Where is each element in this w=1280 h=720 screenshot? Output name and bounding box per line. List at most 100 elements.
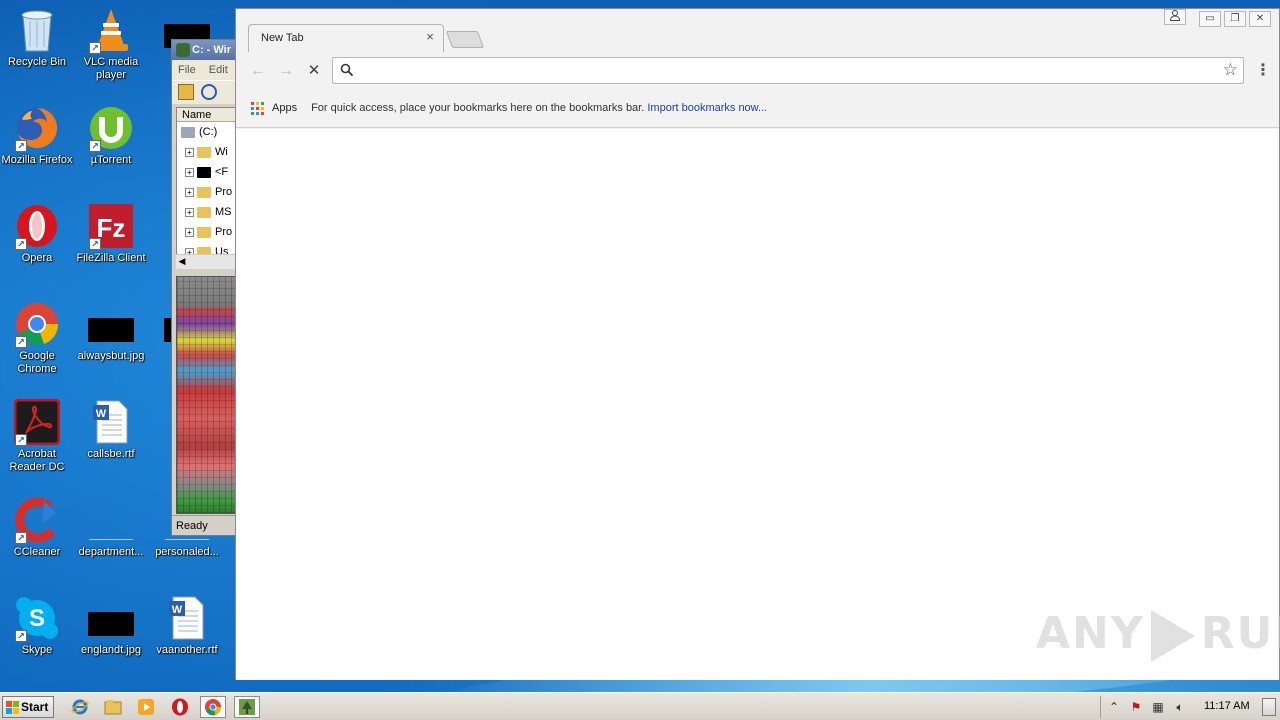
tree-item[interactable]: + <F xyxy=(177,162,237,182)
taskbar-internet-explorer[interactable] xyxy=(67,696,93,718)
svg-text:S: S xyxy=(29,605,45,632)
svg-text:W: W xyxy=(172,604,183,616)
network-icon[interactable]: ▦ xyxy=(1150,699,1166,715)
desktop-icon-vaanother-rtf[interactable]: W vaanother.rtf xyxy=(150,590,224,680)
folder-icon xyxy=(104,700,122,715)
tree-app-icon xyxy=(239,699,255,715)
tree-item[interactable]: + MS xyxy=(177,202,237,222)
shortcut-arrow-icon: ↗ xyxy=(15,630,27,642)
desktop-icon-firefox[interactable]: ↗ Mozilla Firefox xyxy=(0,100,74,190)
menu-edit[interactable]: Edit xyxy=(209,64,228,76)
desktop-icon-ccleaner[interactable]: ↗ CCleaner xyxy=(0,492,74,582)
taskbar-media-player[interactable] xyxy=(133,696,159,718)
shortcut-arrow-icon: ↗ xyxy=(15,336,27,348)
desktop: Recycle Bin ↗ Mozilla Firefox ↗ Opera ↗ … xyxy=(0,0,1280,692)
bookmarks-hint: For quick access, place your bookmarks h… xyxy=(311,102,645,114)
explorer-title-bar[interactable]: C: - Wir xyxy=(172,40,240,60)
desktop-icon-google-chrome[interactable]: ↗ Google Chrome xyxy=(0,296,74,386)
page-content[interactable] xyxy=(236,129,1279,680)
desktop-icon-utorrent[interactable]: ↗ µTorrent xyxy=(74,100,148,190)
refresh-icon[interactable] xyxy=(201,84,218,100)
open-folder-icon[interactable] xyxy=(178,84,194,100)
vlc-icon: ↗ xyxy=(87,6,135,54)
expand-icon[interactable]: + xyxy=(185,167,194,177)
chrome-icon: ↗ xyxy=(13,300,61,348)
expand-icon[interactable]: + xyxy=(185,227,194,237)
apps-shortcut[interactable]: Apps xyxy=(272,102,297,114)
desktop-icon-opera[interactable]: ↗ Opera xyxy=(0,198,74,288)
expand-icon[interactable]: + xyxy=(185,187,194,197)
menu-file[interactable]: File xyxy=(178,64,196,76)
tab-new-tab[interactable]: New Tab × xyxy=(248,24,444,52)
desktop-icon-filezilla[interactable]: Fz ↗ FileZilla Client xyxy=(74,198,148,288)
skype-icon: S ↗ xyxy=(13,594,61,642)
back-arrow-icon[interactable]: ← xyxy=(248,61,268,81)
desktop-icon-englandt-jpg[interactable]: englandt.jpg xyxy=(74,590,148,680)
shortcut-arrow-icon: ↗ xyxy=(89,42,101,54)
tree-item[interactable]: + Wi xyxy=(177,142,237,162)
tree-item[interactable]: + Pro xyxy=(177,222,237,242)
stop-loading-icon[interactable]: ✕ xyxy=(304,61,324,81)
forward-arrow-icon[interactable]: → xyxy=(276,61,296,81)
desktop-icon-recycle-bin[interactable]: Recycle Bin xyxy=(0,2,74,92)
internet-explorer-icon xyxy=(71,699,89,715)
show-hidden-icons-chevron-icon[interactable]: ⌃ xyxy=(1106,699,1122,715)
new-tab-button[interactable] xyxy=(445,31,485,48)
explorer-title: C: - Wir xyxy=(192,44,232,56)
treemap-view[interactable] xyxy=(176,276,238,514)
desktop-icon-department[interactable]: department... xyxy=(74,492,148,582)
taskbar-file-explorer[interactable] xyxy=(100,696,126,718)
taskbar-windirstat[interactable] xyxy=(234,696,260,718)
desktop-icon-acrobat-reader[interactable]: ↗ Acrobat Reader DC xyxy=(0,394,74,484)
chrome-menu-icon[interactable]: ⋮ xyxy=(1255,61,1271,81)
directory-tree[interactable]: Name (C:) + Wi + <F + Pro + MS + Pro + Us xyxy=(176,107,238,269)
utorrent-icon: ↗ xyxy=(87,104,135,152)
horizontal-scrollbar[interactable]: ◀ xyxy=(176,254,238,269)
drive-icon xyxy=(181,126,195,138)
close-tab-icon[interactable]: × xyxy=(423,29,437,44)
shortcut-arrow-icon: ↗ xyxy=(15,434,27,446)
tree-item[interactable]: + Pro xyxy=(177,182,237,202)
bookmark-star-icon[interactable]: ☆ xyxy=(1223,60,1238,80)
bookmarks-bar: Apps For quick access, place your bookmar… xyxy=(236,90,1279,128)
column-header-name[interactable]: Name xyxy=(177,108,237,122)
search-icon xyxy=(340,63,354,77)
close-window-button[interactable]: ✕ xyxy=(1249,11,1271,27)
expand-icon[interactable]: + xyxy=(185,207,194,217)
folder-icon xyxy=(197,146,211,158)
desktop-icon-callsbe-rtf[interactable]: W callsbe.rtf xyxy=(74,394,148,484)
volume-icon[interactable]: 🔈︎ xyxy=(1172,699,1188,715)
watermark-left-text: ANY xyxy=(1036,608,1145,659)
restore-button[interactable]: ❐ xyxy=(1224,11,1246,27)
tree-root[interactable]: (C:) xyxy=(177,122,237,142)
scroll-left-icon[interactable]: ◀ xyxy=(176,255,188,268)
desktop-icon-skype[interactable]: S ↗ Skype xyxy=(0,590,74,680)
profile-icon[interactable] xyxy=(1164,9,1186,25)
image-thumbnail-icon xyxy=(87,300,135,348)
clock[interactable]: 11:17 AM xyxy=(1204,700,1250,712)
start-button[interactable]: Start xyxy=(2,696,54,718)
windirstat-window[interactable]: C: - Wir File Edit Name (C:) + Wi + <F + Pr… xyxy=(171,39,241,536)
watermark-right-text: RUN xyxy=(1200,608,1280,659)
minimize-button[interactable]: ▭ xyxy=(1199,11,1221,27)
chrome-window[interactable]: New Tab × ▭ ❐ ✕ ← → ✕ ☆ ⋮ Apps For quick… xyxy=(235,8,1280,680)
media-player-icon xyxy=(138,699,154,715)
svg-text:W: W xyxy=(96,408,107,420)
omnibox[interactable]: ☆ xyxy=(332,57,1244,84)
image-thumbnail-icon xyxy=(87,594,135,642)
files-icon xyxy=(197,166,211,178)
word-document-icon: W xyxy=(87,398,135,446)
desktop-icon-vlc[interactable]: ↗ VLC media player xyxy=(74,2,148,92)
address-input[interactable] xyxy=(359,61,1209,80)
shortcut-arrow-icon: ↗ xyxy=(15,532,27,544)
taskbar-opera[interactable] xyxy=(167,696,193,718)
import-bookmarks-link[interactable]: Import bookmarks now... xyxy=(647,102,767,114)
desktop-icon-alwaysbut-jpg[interactable]: alwaysbut.jpg xyxy=(74,296,148,386)
show-desktop-button[interactable] xyxy=(1262,698,1276,716)
folder-icon xyxy=(197,186,211,198)
taskbar-chrome[interactable] xyxy=(200,696,226,718)
folder-icon xyxy=(197,226,211,238)
action-center-flag-icon[interactable]: ⚑ xyxy=(1128,699,1144,715)
expand-icon[interactable]: + xyxy=(185,147,194,157)
apps-grid-icon[interactable] xyxy=(251,101,264,115)
